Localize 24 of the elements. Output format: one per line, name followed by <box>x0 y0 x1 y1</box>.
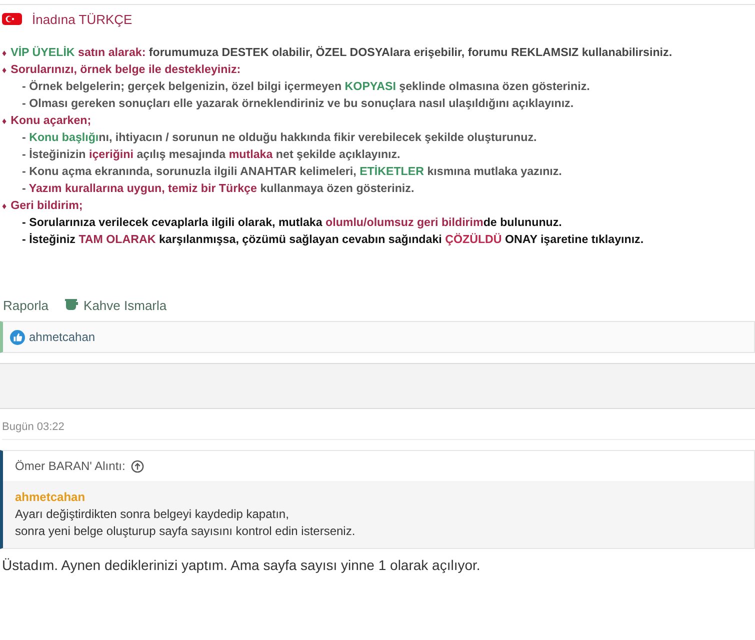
like-icon <box>10 330 25 344</box>
quote-header: Ömer BARAN' Alıntı: <box>15 459 126 473</box>
signature-line: ♦ VİP ÜYELİK satın alarak: forumumuza DESTEK olabilir, ÖZEL DOSYAlara erişebilir, forumu REKLAMSIZ kullanabilirsiniz. <box>2 45 674 61</box>
signature-line: ♦ Konu açarken; <box>2 113 92 129</box>
signature-line: ♦ Sorularınızı, örnek belge ile destekleyiniz: <box>2 62 242 78</box>
coffee-link[interactable]: Kahve Ismarla <box>64 298 167 312</box>
reaction-user[interactable]: ahmetcahan <box>29 330 96 344</box>
report-link[interactable]: Raporla <box>3 298 49 312</box>
coffee-cup-icon <box>64 299 79 311</box>
signature-line: - Sorularınıza verilecek cevaplarla ilgili olarak, mutlaka olumlu/olumsuz geri bildirimde bulununuz. <box>21 215 563 231</box>
quote-author: ahmetcahan <box>15 489 86 506</box>
signature-line: - Konu açma ekranında, sorunuzla ilgili ANAHTAR kelimeleri, ETİKETLER kısmına mutlaka yazınız. <box>21 164 563 180</box>
signature-line: - Örnek belgelerin; gerçek belgenizin, özel bilgi içermeyen KOPYASI şeklinde olmasına özen gösteriniz. <box>21 79 591 95</box>
quote-text: sonra yeni belge oluşturup sayfa sayısını kontrol edin isterseniz. <box>15 523 356 540</box>
signature-line: - Konu başlığını, ihtiyacın / sorunun ne olduğu hakkında fikir verebilecek şekilde oluşturunuz. <box>21 130 538 146</box>
signature-line: - İsteğiniz TAM OLARAK karşılanmışsa, çözümü sağlayan cevabın sağındaki ÇÖZÜLDÜ ONAY işaretine tıklayınız. <box>21 232 645 248</box>
signature-line: - Yazım kurallarına uygun, temiz bir Türkçe kullanmaya özen gösteriniz. <box>21 181 416 197</box>
post-time: Bugün 03:22 <box>2 421 64 433</box>
signature-line: - İsteğinizin içeriğini açılış mesajında mutlaka net şekilde açıklayınız. <box>21 147 402 163</box>
quote-text: Ayarı değiştirdikten sonra belgeyi kaydedip kapatın, <box>15 506 290 523</box>
signature-line: - Olması gereken sonuçları elle yazarak örneklendiriniz ve bu sonuçlara nasıl ulaşıldığını açıklayınız. <box>21 96 575 112</box>
signature-title: İnadına TÜRKÇE <box>32 12 132 26</box>
post-body: Üstadım. Aynen dediklerinizi yaptım. Ama sayfa sayısı yinne 1 olarak açılıyor. <box>2 557 480 573</box>
signature-line: ♦ Geri bildirim; <box>2 198 84 214</box>
